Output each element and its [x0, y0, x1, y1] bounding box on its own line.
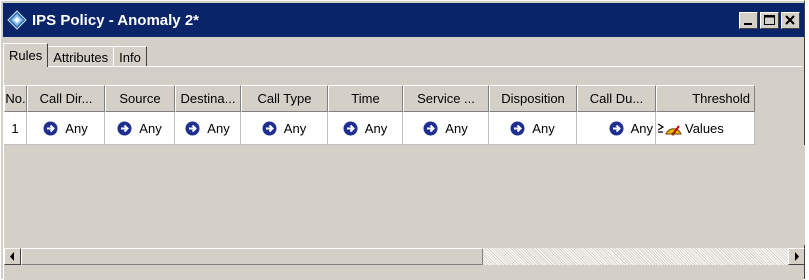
cell-no: 1	[4, 112, 27, 145]
ips-policy-icon	[7, 10, 27, 30]
scroll-right-button[interactable]	[788, 248, 805, 265]
column-header-time[interactable]: Time	[328, 85, 403, 112]
minimize-button[interactable]	[739, 12, 758, 29]
right-arrow-icon	[795, 252, 799, 261]
scrollbar-thumb[interactable]	[21, 248, 483, 265]
column-header-service[interactable]: Service ...	[403, 85, 489, 112]
cell-call-duration[interactable]: Any	[577, 112, 656, 145]
cell-value: Any	[532, 120, 555, 136]
cell-value: Any	[139, 120, 162, 136]
any-arrow-icon	[43, 121, 58, 135]
minimize-icon	[744, 23, 752, 25]
scrollbar-track[interactable]	[483, 248, 788, 265]
close-button[interactable]	[781, 12, 800, 29]
cell-source[interactable]: Any	[105, 112, 175, 145]
cell-call-type[interactable]: Any	[241, 112, 328, 145]
cell-threshold[interactable]: Values	[656, 112, 755, 145]
column-header-call-direction[interactable]: Call Dir...	[27, 85, 105, 112]
any-arrow-icon	[609, 121, 624, 135]
table-row[interactable]: 1 Any Any Any Any Any Any Any Any Values	[4, 112, 755, 145]
column-header-no[interactable]: No.	[4, 85, 27, 112]
cell-disposition[interactable]: Any	[489, 112, 577, 145]
column-header-destination[interactable]: Destina...	[175, 85, 241, 112]
maximize-icon	[764, 15, 775, 25]
close-icon	[785, 15, 795, 25]
cell-destination[interactable]: Any	[175, 112, 241, 145]
cell-value: Any	[630, 120, 653, 136]
title-bar[interactable]: IPS Policy - Anomaly 2*	[3, 3, 804, 37]
column-header-call-duration[interactable]: Call Du...	[577, 85, 656, 112]
any-arrow-icon	[510, 121, 525, 135]
cell-value: Any	[445, 120, 468, 136]
cell-value: Any	[207, 120, 230, 136]
any-arrow-icon	[343, 121, 358, 135]
left-arrow-icon	[10, 252, 14, 261]
tab-rules[interactable]: Rules	[3, 43, 49, 67]
any-arrow-icon	[423, 121, 438, 135]
horizontal-scrollbar[interactable]	[4, 248, 805, 265]
window-title: IPS Policy - Anomaly 2*	[32, 11, 199, 29]
cell-time[interactable]: Any	[328, 112, 403, 145]
cell-value: Any	[283, 120, 307, 136]
scroll-left-button[interactable]	[4, 248, 21, 265]
any-arrow-icon	[117, 121, 132, 135]
column-header-disposition[interactable]: Disposition	[489, 85, 577, 112]
any-arrow-icon	[185, 121, 200, 135]
cell-value: Values	[685, 120, 724, 136]
cell-value: Any	[65, 120, 88, 136]
maximize-button[interactable]	[760, 12, 779, 29]
tab-info[interactable]: Info	[113, 46, 147, 67]
threshold-icon	[657, 122, 682, 135]
any-arrow-icon	[262, 121, 277, 135]
cell-call-direction[interactable]: Any	[27, 112, 105, 145]
table-empty-area	[4, 145, 805, 245]
table-header: No. Call Dir... Source Destina... Call T…	[4, 85, 755, 112]
column-header-threshold[interactable]: Threshold	[656, 85, 755, 112]
column-header-call-type[interactable]: Call Type	[241, 85, 328, 112]
tab-attributes[interactable]: Attributes	[47, 46, 115, 67]
cell-service[interactable]: Any	[403, 112, 489, 145]
cell-value: Any	[364, 120, 388, 136]
column-header-source[interactable]: Source	[105, 85, 175, 112]
tab-strip: Rules Attributes Info	[3, 43, 147, 67]
